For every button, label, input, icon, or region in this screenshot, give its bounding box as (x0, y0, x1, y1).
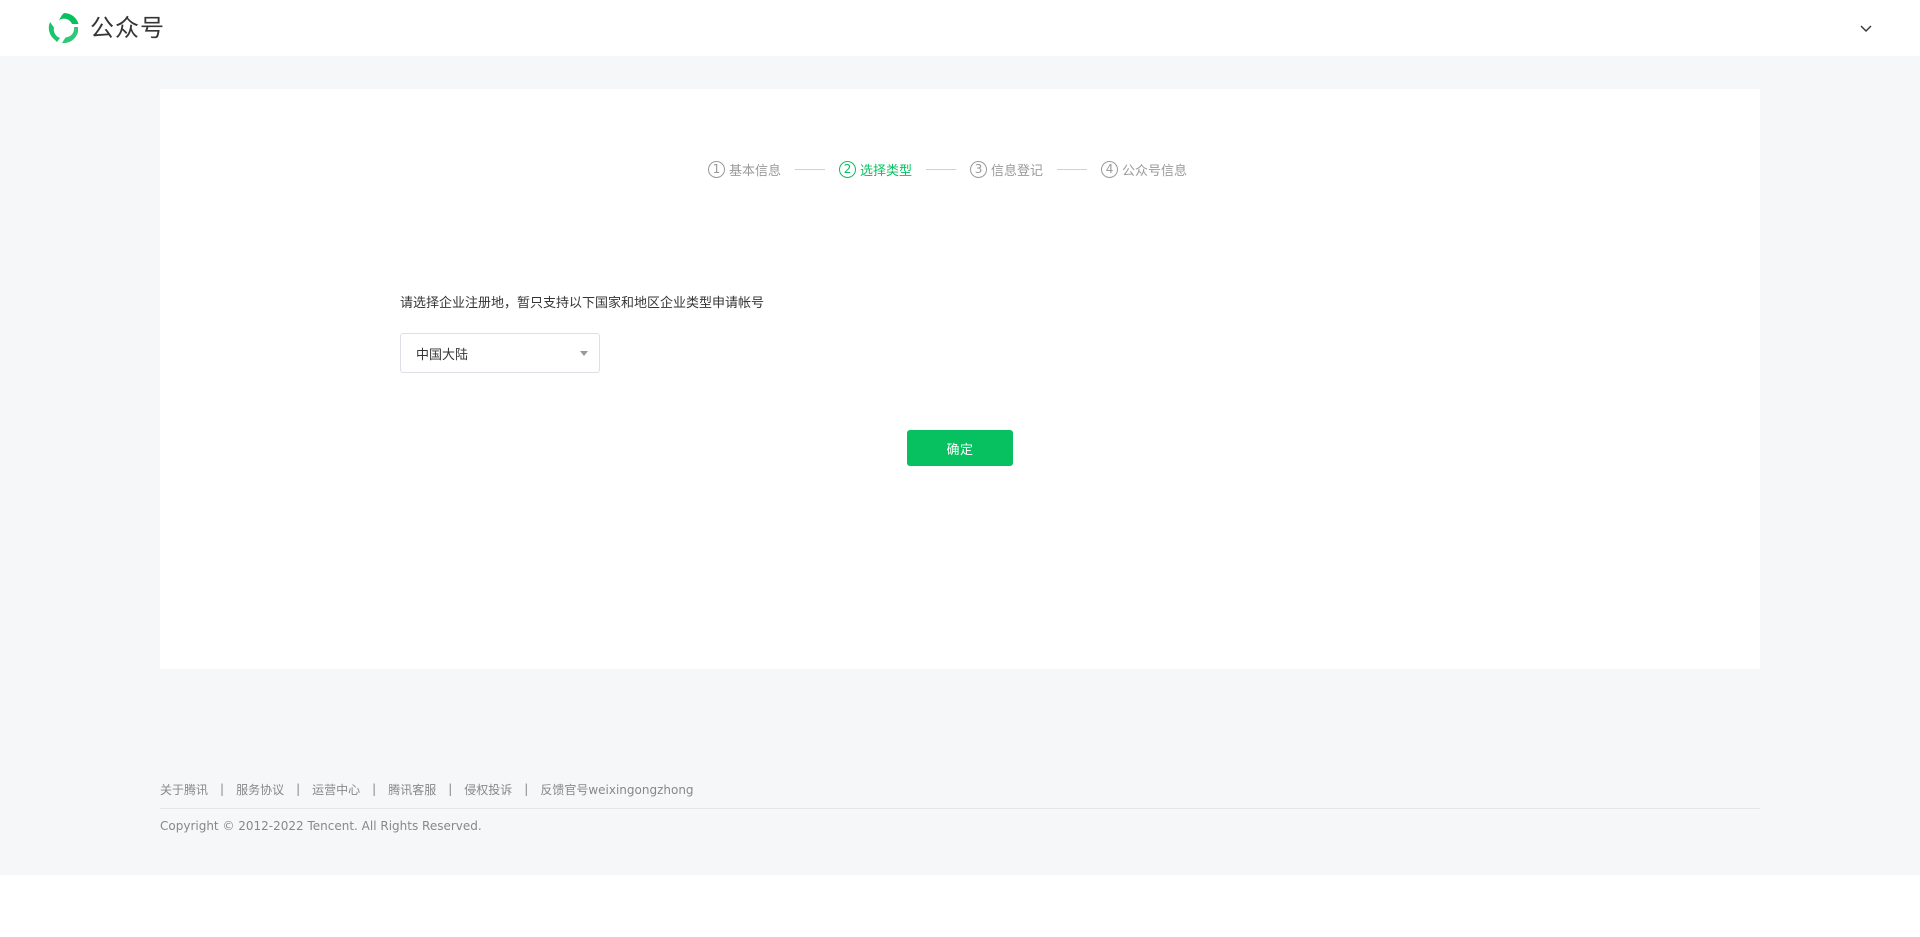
footer-divider (160, 808, 1760, 809)
step-label: 选择类型 (860, 163, 913, 179)
footer-separator: | (448, 782, 453, 796)
footer-link-service-agreement[interactable]: 服务协议 (236, 781, 284, 798)
step-select-type: 2 选择类型 (839, 159, 912, 179)
footer-links: 关于腾讯 | 服务协议 | 运营中心 | 腾讯客服 | 侵权投诉 | 反馈官号w… (160, 780, 1760, 798)
footer-link-infringement-complaint[interactable]: 侵权投诉 (464, 781, 512, 798)
step-account-info: 4 公众号信息 (1101, 159, 1187, 179)
footer-link-about-tencent[interactable]: 关于腾讯 (160, 781, 208, 798)
footer-separator: | (524, 782, 529, 796)
step-basic-info: 1 基本信息 (708, 159, 781, 179)
footer-separator: | (220, 782, 225, 796)
region-select[interactable]: 中国大陆 (400, 333, 600, 373)
top-bar: 公众号 (0, 0, 1920, 56)
footer-link-customer-service[interactable]: 腾讯客服 (388, 781, 436, 798)
chevron-down-icon[interactable] (1856, 18, 1876, 38)
brand-logo[interactable]: 公众号 (47, 10, 165, 46)
footer-link-feedback-account[interactable]: 反馈官号weixingongzhong (540, 781, 693, 798)
copyright: Copyright © 2012-2022 Tencent. All Right… (160, 819, 482, 833)
step-number: 1 (708, 160, 725, 178)
brand-name: 公众号 (90, 14, 165, 42)
footer-separator: | (372, 782, 377, 796)
caret-down-icon (580, 351, 588, 356)
step-number: 4 (1101, 160, 1119, 178)
step-label: 公众号信息 (1122, 163, 1188, 179)
step-info-registration: 3 信息登记 (970, 159, 1043, 179)
region-select-value: 中国大陆 (416, 347, 469, 363)
region-prompt: 请选择企业注册地，暂只支持以下国家和地区企业类型申请帐号 (400, 296, 765, 311)
step-number: 2 (839, 160, 857, 178)
step-connector (1057, 168, 1088, 170)
footer: 关于腾讯 | 服务协议 | 运营中心 | 腾讯客服 | 侵权投诉 | 反馈官号w… (160, 780, 1760, 833)
step-indicator: 1 基本信息 2 选择类型 3 信息登记 4 公众号信息 (708, 149, 1187, 189)
wechat-official-account-logo-icon (48, 12, 79, 44)
confirm-button[interactable]: 确定 (907, 430, 1013, 466)
step-label: 信息登记 (991, 163, 1044, 179)
footer-separator: | (296, 782, 301, 796)
step-connector (795, 168, 826, 170)
step-number: 3 (970, 160, 988, 178)
registration-card: 1 基本信息 2 选择类型 3 信息登记 4 公众号信息 请选择企业注册地，暂只… (160, 89, 1760, 669)
step-connector (926, 168, 957, 170)
footer-link-operations-center[interactable]: 运营中心 (312, 781, 360, 798)
step-label: 基本信息 (729, 163, 782, 179)
